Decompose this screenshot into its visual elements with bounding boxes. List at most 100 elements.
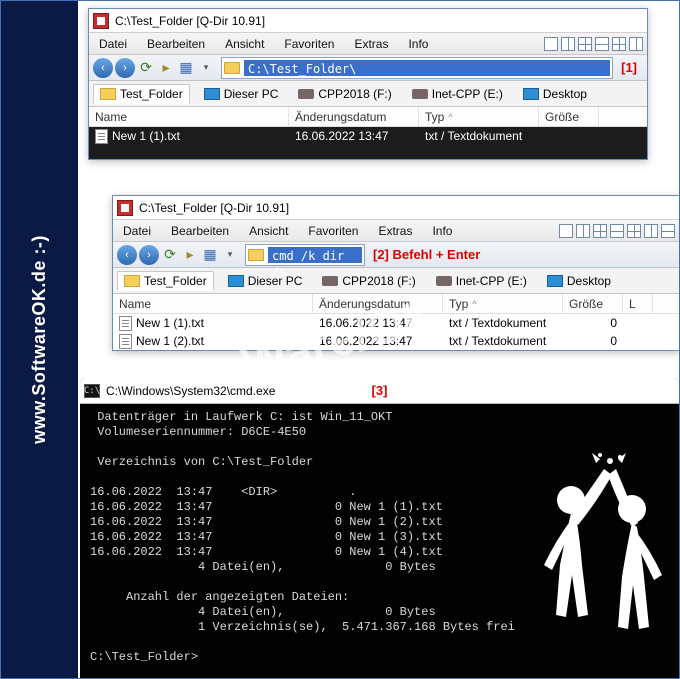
tab-dieserpc[interactable]: Dieser PC xyxy=(198,85,285,103)
menu-extras[interactable]: Extras xyxy=(344,34,398,54)
tab-desktop[interactable]: Desktop xyxy=(517,85,593,103)
folder-icon xyxy=(248,249,264,261)
layout-vsplit2-icon[interactable] xyxy=(644,224,658,238)
menu-info[interactable]: Info xyxy=(398,34,438,54)
up-icon[interactable]: ▸ xyxy=(157,59,175,77)
cell-name: New 1 (2).txt xyxy=(136,334,204,348)
textfile-icon xyxy=(119,334,132,349)
col-type[interactable]: Typ^ xyxy=(419,107,539,126)
forward-button[interactable]: › xyxy=(139,245,159,265)
tab-inetcpp[interactable]: Inet-CPP (E:) xyxy=(406,85,509,103)
table-row[interactable] xyxy=(89,145,647,159)
annotation-1: [1] xyxy=(615,60,643,75)
cell-type: txt / Textdokument xyxy=(419,129,539,143)
address-text[interactable]: C:\Test_Folder\ xyxy=(244,60,610,76)
layout-single-icon[interactable] xyxy=(544,37,558,51)
textfile-icon xyxy=(95,129,108,144)
col-date[interactable]: Änderungsdatum xyxy=(289,107,419,126)
tab-label: Inet-CPP (E:) xyxy=(456,274,527,288)
view-dropdown-icon[interactable]: ▾ xyxy=(221,246,239,264)
layout-quad2-icon[interactable] xyxy=(612,37,626,51)
layout-icons xyxy=(559,224,679,238)
titlebar[interactable]: C:\Test_Folder [Q-Dir 10.91] xyxy=(113,196,679,220)
file-list: Name Änderungsdatum Typ^ Größe New 1 (1)… xyxy=(89,107,647,159)
tab-cpp2018[interactable]: CPP2018 (F:) xyxy=(292,85,397,103)
col-name[interactable]: Name xyxy=(89,107,289,126)
sort-asc-icon: ^ xyxy=(472,299,476,309)
menu-bearbeiten[interactable]: Bearbeiten xyxy=(161,221,239,241)
menu-datei[interactable]: Datei xyxy=(89,34,137,54)
titlebar[interactable]: C:\Test_Folder [Q-Dir 10.91] xyxy=(89,9,647,33)
layout-quad-icon[interactable] xyxy=(593,224,607,238)
hdd-icon xyxy=(412,89,428,99)
textfile-icon xyxy=(119,316,132,331)
col-type[interactable]: Typ^ xyxy=(443,294,563,313)
monitor-icon xyxy=(547,275,563,287)
cell-date: 16.06.2022 13:47 xyxy=(289,129,419,143)
window-title: C:\Test_Folder [Q-Dir 10.91] xyxy=(115,14,265,28)
cell-name: New 1 (1).txt xyxy=(136,316,204,330)
menu-favoriten[interactable]: Favoriten xyxy=(298,221,368,241)
tab-label: Desktop xyxy=(543,87,587,101)
col-date[interactable]: Änderungsdatum xyxy=(313,294,443,313)
layout-quad2-icon[interactable] xyxy=(627,224,641,238)
cell-type: txt / Textdokument xyxy=(443,334,563,348)
menu-ansicht[interactable]: Ansicht xyxy=(215,34,274,54)
col-l[interactable]: L xyxy=(623,294,653,313)
view-dropdown-icon[interactable]: ▾ xyxy=(197,59,215,77)
layout-vsplit-icon[interactable] xyxy=(561,37,575,51)
left-banner: www.SoftwareOK.de :-) xyxy=(0,0,78,679)
back-button[interactable]: ‹ xyxy=(117,245,137,265)
banner-text: www.SoftwareOK.de :-) xyxy=(29,235,50,444)
table-row[interactable]: New 1 (1).txt 16.06.2022 13:47 txt / Tex… xyxy=(113,314,679,332)
folder-icon xyxy=(124,275,140,287)
up-icon[interactable]: ▸ xyxy=(181,246,199,264)
menu-bearbeiten[interactable]: Bearbeiten xyxy=(137,34,215,54)
menu-datei[interactable]: Datei xyxy=(113,221,161,241)
navbar: ‹ › ⟳ ▸ ▦ ▾ cmd /k dir /s [2] Befehl + E… xyxy=(113,242,679,268)
menu-favoriten[interactable]: Favoriten xyxy=(274,34,344,54)
table-row[interactable]: New 1 (2).txt 16.06.2022 13:47 txt / Tex… xyxy=(113,332,679,350)
folder-icon xyxy=(100,88,116,100)
layout-vsplit2-icon[interactable] xyxy=(629,37,643,51)
titlebar[interactable]: C:\ C:\Windows\System32\cmd.exe [3] xyxy=(80,378,679,404)
layout-quad-icon[interactable] xyxy=(578,37,592,51)
col-size[interactable]: Größe xyxy=(563,294,623,313)
layout-hsplit-icon[interactable] xyxy=(595,37,609,51)
window-title: C:\Windows\System32\cmd.exe xyxy=(106,384,275,398)
refresh-icon[interactable]: ⟳ xyxy=(161,246,179,264)
tab-testfolder[interactable]: Test_Folder xyxy=(117,271,214,291)
menubar: Datei Bearbeiten Ansicht Favoriten Extra… xyxy=(89,33,647,55)
address-box[interactable]: cmd /k dir /s xyxy=(245,244,365,266)
tab-label: Inet-CPP (E:) xyxy=(432,87,503,101)
col-size[interactable]: Größe xyxy=(539,107,599,126)
layout-single-icon[interactable] xyxy=(559,224,573,238)
cell-date: 16.06.2022 13:47 xyxy=(313,334,443,348)
layout-vsplit-icon[interactable] xyxy=(576,224,590,238)
layout-hsplit-icon[interactable] xyxy=(610,224,624,238)
view-grid-icon[interactable]: ▦ xyxy=(177,59,195,77)
forward-button[interactable]: › xyxy=(115,58,135,78)
menu-extras[interactable]: Extras xyxy=(368,221,422,241)
menu-info[interactable]: Info xyxy=(422,221,462,241)
menu-ansicht[interactable]: Ansicht xyxy=(239,221,298,241)
layout-hsplit2-icon[interactable] xyxy=(661,224,675,238)
view-grid-icon[interactable]: ▦ xyxy=(201,246,219,264)
navbar: ‹ › ⟳ ▸ ▦ ▾ C:\Test_Folder\ [1] xyxy=(89,55,647,81)
cell-size: 0 xyxy=(563,316,623,330)
pc-icon xyxy=(228,275,244,287)
tab-dieserpc[interactable]: Dieser PC xyxy=(222,272,309,290)
table-row[interactable]: New 1 (1).txt 16.06.2022 13:47 txt / Tex… xyxy=(89,127,647,145)
annotation-3: [3] xyxy=(366,383,394,398)
address-box[interactable]: C:\Test_Folder\ xyxy=(221,57,613,79)
back-button[interactable]: ‹ xyxy=(93,58,113,78)
tab-desktop[interactable]: Desktop xyxy=(541,272,617,290)
cmd-icon: C:\ xyxy=(84,384,100,398)
address-text[interactable]: cmd /k dir /s xyxy=(268,247,362,263)
tab-inetcpp[interactable]: Inet-CPP (E:) xyxy=(430,272,533,290)
tab-cpp2018[interactable]: CPP2018 (F:) xyxy=(316,272,421,290)
tab-label: CPP2018 (F:) xyxy=(342,274,415,288)
col-name[interactable]: Name xyxy=(113,294,313,313)
refresh-icon[interactable]: ⟳ xyxy=(137,59,155,77)
tab-testfolder[interactable]: Test_Folder xyxy=(93,84,190,104)
